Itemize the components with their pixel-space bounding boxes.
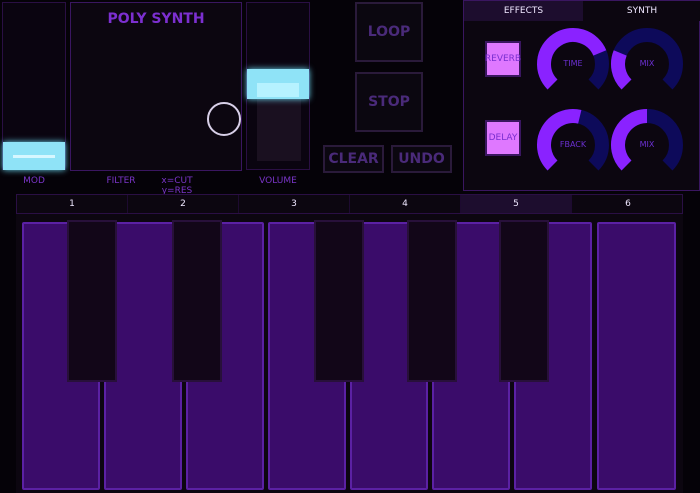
black-key[interactable] [407,220,457,382]
filter-xy-pad[interactable]: POLY SYNTH [70,2,242,171]
black-key[interactable] [172,220,222,382]
volume-slider-thumb[interactable] [247,69,309,99]
knob-time-label: TIME [563,59,583,68]
knob-reverb-mix-label: MIX [639,59,655,68]
circle-cursor-icon[interactable] [207,102,241,136]
undo-button[interactable]: UNDO [391,145,452,173]
volume-slider-track-fill [257,99,301,161]
mod-slider-thumb[interactable] [3,142,65,170]
knob-reverb-mix[interactable]: MIX [610,27,684,101]
filter-hint: x=CUT y=RES [161,176,193,196]
reverb-toggle[interactable]: REVERB [485,41,521,77]
octave-3[interactable]: 3 [239,195,350,213]
black-key[interactable] [314,220,364,382]
clear-button[interactable]: CLEAR [323,145,384,173]
piano-keyboard [16,214,683,493]
knob-value-arc [611,50,632,90]
white-key[interactable] [597,222,676,490]
loop-button[interactable]: LOOP [355,2,423,62]
tab-synth[interactable]: SYNTH [583,1,700,21]
tab-effects[interactable]: EFFECTS [464,1,583,21]
mod-slider-thumb-line [13,155,55,158]
volume-label: VOLUME [259,176,297,186]
knob-time[interactable]: TIME [536,27,610,101]
effects-panel: EFFECTS SYNTH REVERB DELAY TIME MIX FBAC… [463,0,700,191]
mod-slider[interactable] [2,2,66,170]
knob-feedback[interactable]: FBACK [536,108,610,182]
volume-slider[interactable] [246,2,310,170]
octave-1[interactable]: 1 [17,195,128,213]
filter-label: FILTER [106,176,136,186]
knob-delay-mix-label: MIX [639,140,655,149]
octave-4[interactable]: 4 [350,195,461,213]
octave-2[interactable]: 2 [128,195,239,213]
octave-bar: 1 2 3 4 5 6 [16,194,683,214]
knob-delay-mix[interactable]: MIX [610,108,684,182]
black-key[interactable] [499,220,549,382]
volume-slider-thumb-inner [257,83,299,97]
octave-6[interactable]: 6 [572,195,684,213]
octave-5[interactable]: 5 [461,195,572,213]
black-key[interactable] [67,220,117,382]
stop-button[interactable]: STOP [355,72,423,132]
synth-title: POLY SYNTH [107,11,205,27]
mod-label: MOD [23,176,45,186]
delay-toggle[interactable]: DELAY [485,120,521,156]
knob-feedback-label: FBACK [559,140,587,149]
